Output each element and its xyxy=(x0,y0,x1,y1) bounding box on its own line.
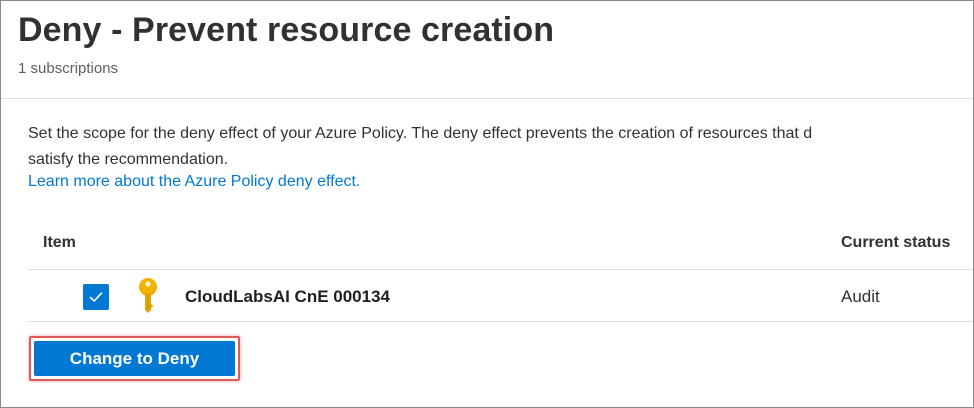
checkmark-icon xyxy=(89,292,103,302)
description-line-2: satisfy the recommendation. xyxy=(28,151,229,168)
subscription-count: 1 subscriptions xyxy=(18,60,119,77)
column-header-current-status[interactable]: Current status xyxy=(841,234,950,252)
description: Set the scope for the deny effect of you… xyxy=(28,121,973,173)
change-to-deny-button[interactable]: Change to Deny xyxy=(34,341,235,376)
deny-blade: Deny - Prevent resource creation 1 subsc… xyxy=(0,0,974,408)
header-divider xyxy=(1,98,973,99)
row-divider xyxy=(28,321,973,322)
page-title: Deny - Prevent resource creation xyxy=(18,11,555,49)
learn-more-link[interactable]: Learn more about the Azure Policy deny e… xyxy=(28,173,360,191)
current-status-value: Audit xyxy=(841,287,880,306)
key-icon xyxy=(139,278,157,313)
description-line-1: Set the scope for the deny effect of you… xyxy=(28,125,813,142)
subscription-name: CloudLabsAI CnE 000134 xyxy=(185,287,391,306)
table-row: CloudLabsAI CnE 000134 Audit xyxy=(28,270,973,321)
row-checkbox[interactable] xyxy=(83,284,109,310)
column-header-item[interactable]: Item xyxy=(43,234,76,252)
